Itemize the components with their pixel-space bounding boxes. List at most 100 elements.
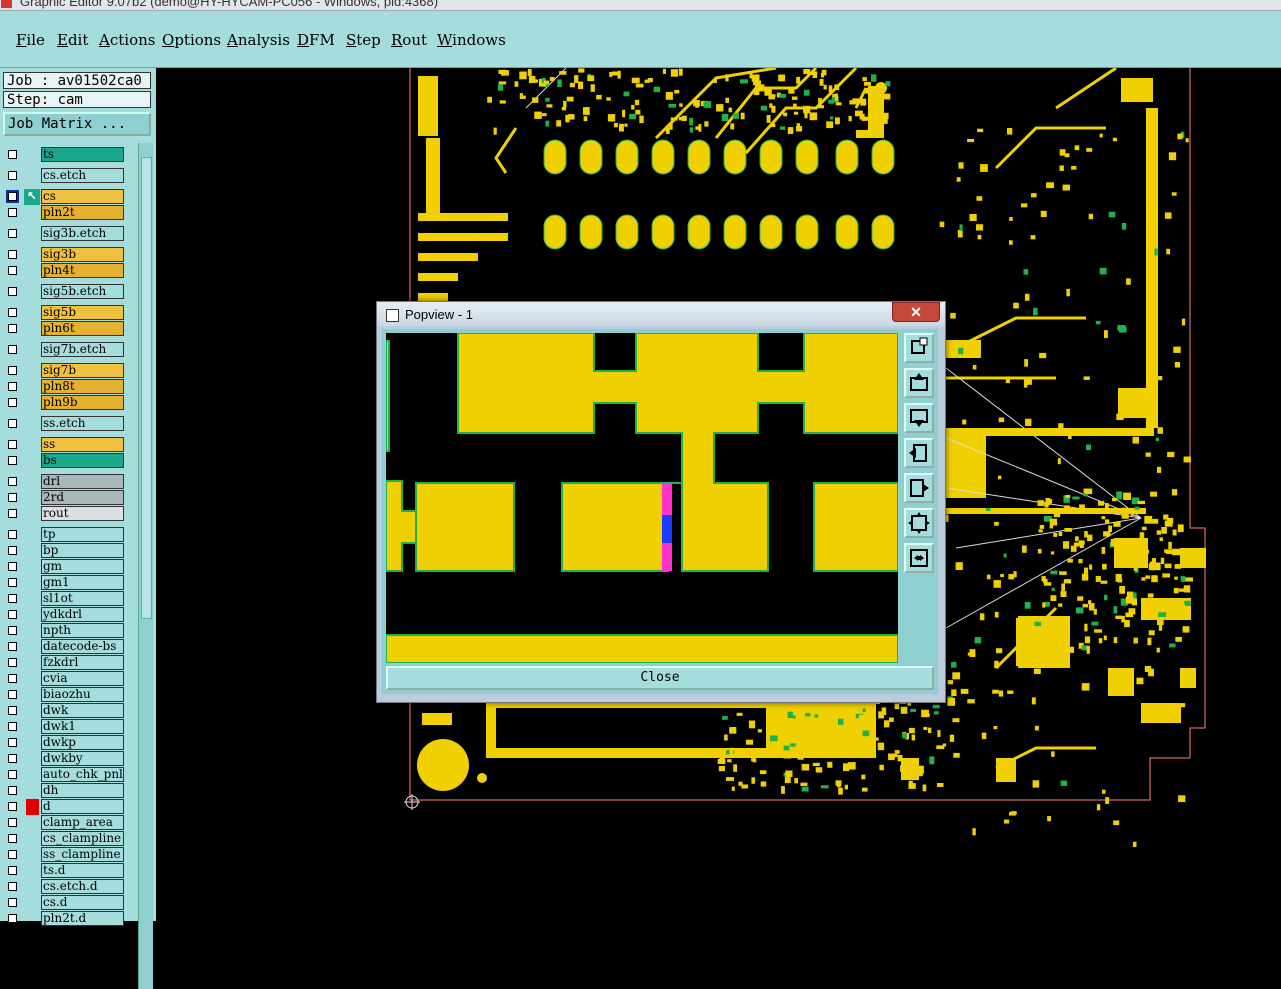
- layer-checkbox[interactable]: [8, 706, 17, 715]
- layer-checkbox[interactable]: [8, 477, 17, 486]
- layer-checkbox[interactable]: [8, 546, 17, 555]
- menu-rout[interactable]: Rout: [391, 31, 427, 49]
- layer-row-sig7b-etch[interactable]: sig7b.etch: [4, 342, 126, 358]
- layer-row-gm1[interactable]: gm1: [4, 575, 126, 591]
- layer-checkbox[interactable]: [8, 266, 17, 275]
- popview-close-x-button[interactable]: ✕: [892, 302, 940, 322]
- layer-row-clamp-area[interactable]: clamp_area: [4, 815, 126, 831]
- popview-zoom-in-button[interactable]: [904, 543, 934, 573]
- layer-row-npth[interactable]: npth: [4, 623, 126, 639]
- layer-row-pln9b[interactable]: pln9b: [4, 395, 126, 411]
- popview-pan-right-button[interactable]: [904, 473, 934, 503]
- layer-checkbox[interactable]: [6, 190, 19, 203]
- layer-row-cs-etch[interactable]: cs.etch: [4, 168, 126, 184]
- layer-row-ts[interactable]: ts: [4, 147, 126, 163]
- layer-checkbox[interactable]: [8, 398, 17, 407]
- layer-row-sig5b-etch[interactable]: sig5b.etch: [4, 284, 126, 300]
- layer-row-dwk[interactable]: dwk: [4, 703, 126, 719]
- layer-checkbox[interactable]: [8, 914, 17, 923]
- layer-checkbox[interactable]: [8, 770, 17, 779]
- layer-checkbox[interactable]: [8, 562, 17, 571]
- layer-checkbox[interactable]: [8, 208, 17, 217]
- layer-checkbox[interactable]: [8, 229, 17, 238]
- layer-checkbox[interactable]: [8, 530, 17, 539]
- layer-row-sig3b[interactable]: sig3b: [4, 247, 126, 263]
- layer-row-sig3b-etch[interactable]: sig3b.etch: [4, 226, 126, 242]
- layer-row-ss[interactable]: ss: [4, 437, 126, 453]
- layer-checkbox[interactable]: [8, 786, 17, 795]
- layer-row-fzkdrl[interactable]: fzkdrl: [4, 655, 126, 671]
- layer-checkbox[interactable]: [8, 866, 17, 875]
- layer-checkbox[interactable]: [8, 754, 17, 763]
- layer-row-cs[interactable]: ↖ cs: [4, 189, 126, 205]
- popview-zoom-window-button[interactable]: [904, 333, 934, 363]
- layer-row-auto-chk-pnl[interactable]: auto_chk_pnl: [4, 767, 126, 783]
- menu-step[interactable]: Step: [346, 31, 381, 49]
- layer-row-datecode-bs[interactable]: datecode-bs: [4, 639, 126, 655]
- layer-checkbox[interactable]: [8, 690, 17, 699]
- layer-row-pln2t[interactable]: pln2t: [4, 205, 126, 221]
- layer-checkbox[interactable]: [8, 440, 17, 449]
- menu-windows[interactable]: Windows: [437, 31, 506, 49]
- layer-list-scrollbar[interactable]: [138, 143, 153, 989]
- layer-row-cs-d[interactable]: cs.d: [4, 895, 126, 911]
- layer-row-gm[interactable]: gm: [4, 559, 126, 575]
- layer-checkbox[interactable]: [8, 493, 17, 502]
- menu-dfm[interactable]: DFM: [297, 31, 335, 49]
- layer-row-2rd[interactable]: 2rd: [4, 490, 126, 506]
- layer-checkbox[interactable]: [8, 382, 17, 391]
- layer-checkbox[interactable]: [8, 610, 17, 619]
- layer-row-sl1ot[interactable]: sl1ot: [4, 591, 126, 607]
- job-matrix-button[interactable]: Job Matrix ...: [3, 112, 151, 136]
- layer-checkbox[interactable]: [8, 578, 17, 587]
- layer-checkbox[interactable]: [8, 642, 17, 651]
- menu-analysis[interactable]: Analysis: [227, 31, 290, 49]
- layer-row-rout[interactable]: rout: [4, 506, 126, 522]
- layer-row-pln2t-d[interactable]: pln2t.d: [4, 911, 126, 927]
- layer-checkbox[interactable]: [8, 802, 17, 811]
- menu-edit[interactable]: Edit: [57, 31, 88, 49]
- layer-checkbox[interactable]: [8, 722, 17, 731]
- layer-row-bp[interactable]: bp: [4, 543, 126, 559]
- layer-checkbox[interactable]: [8, 834, 17, 843]
- layer-row-ss-clampline[interactable]: ss_clampline: [4, 847, 126, 863]
- popview-canvas[interactable]: [386, 333, 898, 663]
- layer-row-sig5b[interactable]: sig5b: [4, 305, 126, 321]
- layer-row-ss-etch[interactable]: ss.etch: [4, 416, 126, 432]
- layer-row-pln6t[interactable]: pln6t: [4, 321, 126, 337]
- layer-row-dh[interactable]: dh: [4, 783, 126, 799]
- layer-row-drl[interactable]: drl: [4, 474, 126, 490]
- layer-row-cs-clampline[interactable]: cs_clampline: [4, 831, 126, 847]
- menu-actions[interactable]: Actions: [99, 31, 155, 49]
- layer-checkbox[interactable]: [8, 850, 17, 859]
- layer-checkbox[interactable]: [8, 366, 17, 375]
- layer-row-biaozhu[interactable]: biaozhu: [4, 687, 126, 703]
- layer-checkbox[interactable]: [8, 882, 17, 891]
- layer-row-ydkdrl[interactable]: ydkdrl: [4, 607, 126, 623]
- layer-checkbox[interactable]: [8, 674, 17, 683]
- layer-row-ts-d[interactable]: ts.d: [4, 863, 126, 879]
- popview-pan-left-button[interactable]: [904, 438, 934, 468]
- layer-checkbox[interactable]: [8, 658, 17, 667]
- popview-close-button[interactable]: Close: [386, 666, 934, 690]
- layer-checkbox[interactable]: [8, 419, 17, 428]
- layer-checkbox[interactable]: [8, 509, 17, 518]
- layer-row-sig7b[interactable]: sig7b: [4, 363, 126, 379]
- layer-row-bs[interactable]: bs: [4, 453, 126, 469]
- popview-pan-up-button[interactable]: [904, 368, 934, 398]
- layer-checkbox[interactable]: [8, 456, 17, 465]
- layer-row-d[interactable]: d: [4, 799, 126, 815]
- popview-titlebar[interactable]: Popview - 1 ✕: [377, 302, 945, 326]
- scrollbar-thumb[interactable]: [141, 157, 152, 619]
- layer-checkbox[interactable]: [8, 626, 17, 635]
- menu-options[interactable]: Options: [162, 31, 221, 49]
- layer-row-pln8t[interactable]: pln8t: [4, 379, 126, 395]
- popview-pan-down-button[interactable]: [904, 403, 934, 433]
- layer-row-cvia[interactable]: cvia: [4, 671, 126, 687]
- layer-checkbox[interactable]: [8, 738, 17, 747]
- layer-checkbox[interactable]: [8, 150, 17, 159]
- layer-row-cs-etch-d[interactable]: cs.etch.d: [4, 879, 126, 895]
- layer-checkbox[interactable]: [8, 594, 17, 603]
- menu-file[interactable]: File: [16, 31, 45, 49]
- layer-checkbox[interactable]: [8, 818, 17, 827]
